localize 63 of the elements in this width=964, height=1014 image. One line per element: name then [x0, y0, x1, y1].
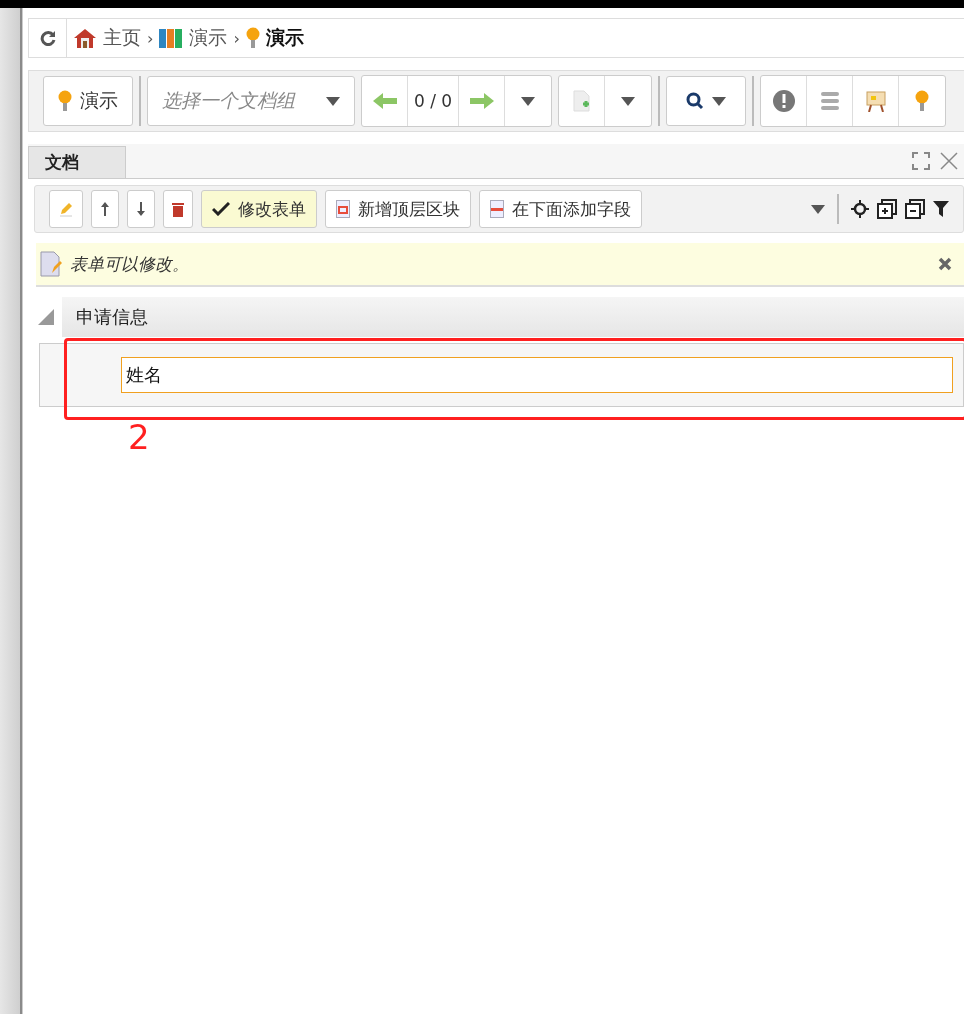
- breadcrumb-link[interactable]: 演示: [265, 25, 304, 51]
- arrow-up-icon: [100, 201, 110, 217]
- search-icon: [686, 92, 705, 110]
- search-button[interactable]: [666, 76, 747, 126]
- caret-icon: [326, 96, 340, 106]
- collapse-toggle[interactable]: [38, 309, 54, 325]
- form-field-icon: [490, 200, 504, 218]
- caret-icon: [712, 96, 727, 106]
- light-bulb-icon: [245, 27, 260, 49]
- expand-all-button[interactable]: [877, 199, 897, 219]
- caret-icon: [621, 96, 636, 106]
- pencil-icon: [58, 201, 74, 217]
- collapse-all-button[interactable]: [905, 199, 925, 219]
- filter-button[interactable]: [933, 201, 949, 217]
- close-icon: [938, 257, 952, 271]
- text-field[interactable]: 姓名: [121, 357, 953, 393]
- new-document-icon: [572, 90, 591, 112]
- breadcrumb-link[interactable]: 主页: [103, 25, 141, 51]
- dismiss-button[interactable]: [938, 257, 952, 271]
- form-block-icon: [336, 200, 350, 218]
- toolbar-button[interactable]: 在下面添加字段: [479, 190, 642, 228]
- maximize-button[interactable]: [912, 152, 930, 170]
- binders-icon: [159, 28, 184, 48]
- arrow-left-icon: [372, 93, 397, 109]
- app-button[interactable]: 演示: [43, 76, 133, 126]
- close-icon: [940, 152, 958, 170]
- check-icon: [212, 202, 230, 216]
- triangle-down-icon: [38, 309, 54, 325]
- exclamation-icon: [772, 90, 795, 112]
- house-icon: [73, 27, 97, 49]
- caret-icon: [811, 204, 825, 214]
- collapse-all-icon: [905, 199, 925, 219]
- crosshair-icon: [851, 200, 869, 218]
- filter-icon: [933, 201, 949, 217]
- caret-icon: [521, 96, 536, 106]
- breadcrumb-separator: ›: [147, 28, 154, 48]
- trash-icon: [172, 201, 184, 217]
- close-button[interactable]: [940, 152, 958, 170]
- toolbar-button[interactable]: [163, 190, 193, 228]
- notice-text: 表单可以修改。: [70, 252, 190, 276]
- toolbar-button[interactable]: 修改表单: [201, 190, 317, 228]
- easel-icon: [865, 90, 886, 112]
- arrow-right-icon: [469, 93, 494, 109]
- section-header: 申请信息: [62, 297, 964, 337]
- move-button[interactable]: [851, 200, 869, 218]
- toolbar-button[interactable]: [127, 190, 155, 228]
- toolbar-button[interactable]: 新增顶层区块: [325, 190, 471, 228]
- page-counter: 0 / 0: [408, 76, 460, 126]
- maximize-icon: [912, 152, 930, 170]
- breadcrumb-separator: ›: [233, 28, 240, 48]
- document-tab[interactable]: 文档: [28, 146, 126, 178]
- expand-all-icon: [877, 199, 897, 219]
- document-edit-icon: [40, 251, 62, 277]
- annotation-number: 2: [128, 417, 151, 457]
- light-bulb-icon: [58, 90, 72, 112]
- breadcrumb-link[interactable]: 演示: [189, 25, 228, 51]
- list-icon: [820, 91, 839, 111]
- document-group-dropdown[interactable]: 选择一个文档组: [147, 76, 355, 126]
- toolbar-button[interactable]: [91, 190, 119, 228]
- more-button[interactable]: [811, 204, 825, 214]
- refresh-icon: [39, 30, 56, 46]
- arrow-down-icon: [136, 201, 146, 217]
- light-bulb-icon: [915, 90, 930, 112]
